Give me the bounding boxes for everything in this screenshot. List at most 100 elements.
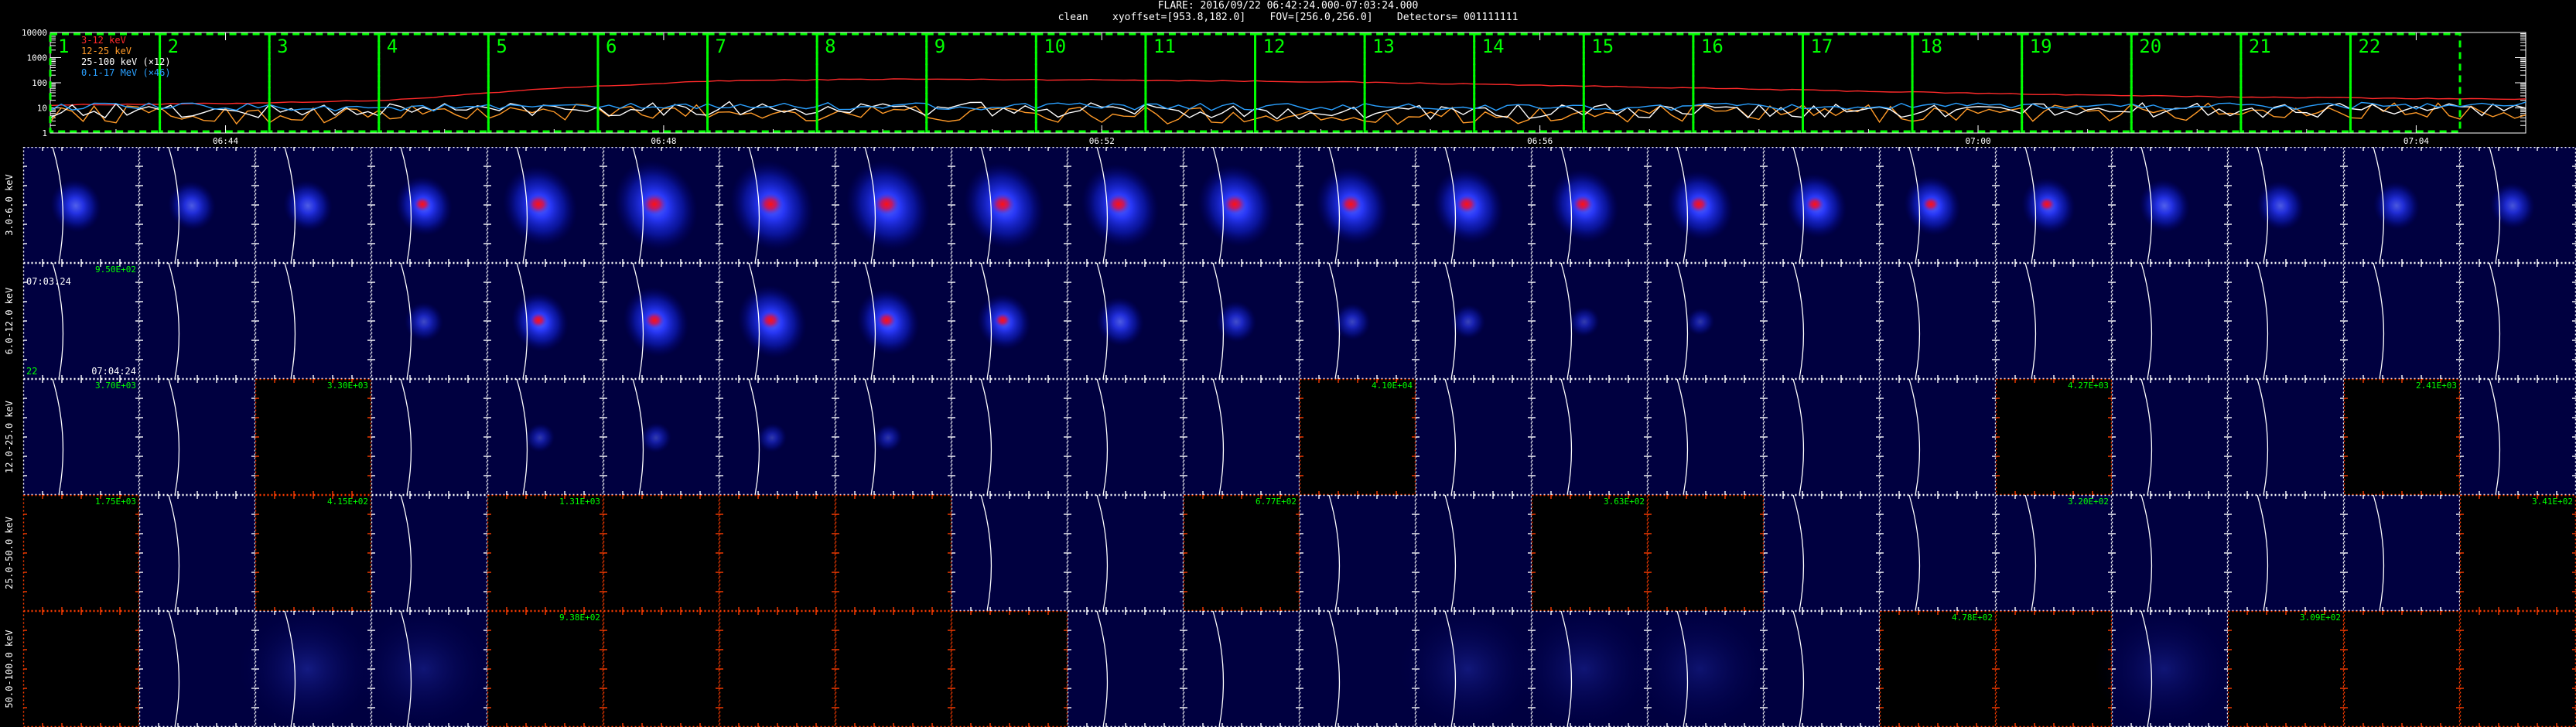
panel-background [139, 263, 255, 379]
interval-label: 4 [387, 36, 398, 57]
panel-background [951, 611, 1068, 727]
panel-background [1880, 263, 1996, 379]
source-core [1107, 194, 1130, 214]
panel-background [1880, 611, 1996, 727]
image-panel: 3.20E+02 [1995, 494, 2113, 612]
interval-label: 9 [934, 36, 945, 57]
image-panel: 3.30E+03 [255, 378, 372, 496]
energy-band-label: 3.0-6.0 keV [4, 174, 15, 235]
panel-background [1184, 495, 1300, 611]
panel-background [487, 611, 603, 727]
image-panel [1415, 262, 1532, 380]
panel-background [2344, 263, 2460, 379]
image-panel [138, 494, 256, 612]
image-panel [719, 262, 836, 380]
image-panel [2227, 147, 2345, 264]
peak-flux-label: 3.63E+02 [1604, 497, 1645, 507]
panel-background [487, 495, 603, 611]
image-panel [951, 378, 1068, 496]
panel-background [139, 495, 255, 611]
panel-background [23, 495, 139, 611]
panel-background [1648, 379, 1764, 495]
header: FLARE: 2016/09/22 06:42:24.000-07:03:24.… [0, 0, 2576, 25]
image-panel [1647, 378, 1765, 496]
image-panel [138, 147, 256, 264]
panel-background [951, 379, 1068, 495]
image-panel [22, 610, 140, 727]
interval-label: 3 [277, 36, 288, 57]
peak-flux-label: 3.70E+03 [95, 381, 136, 391]
panel-background [1532, 379, 1648, 495]
panel-background [371, 495, 487, 611]
image-panel [1647, 494, 1765, 612]
image-panel [2459, 262, 2576, 380]
peak-flux-label: 3.41E+02 [2532, 497, 2573, 507]
panel-background [2460, 495, 2576, 611]
image-panel [835, 378, 952, 496]
image-panel [603, 262, 720, 380]
source-core [1456, 195, 1478, 213]
image-panel [1995, 262, 2113, 380]
interval-label: 15 [1591, 36, 1614, 57]
y-tick-label: 10000 [22, 28, 47, 38]
image-panel [835, 147, 952, 264]
source-core [1572, 195, 1594, 213]
peak-flux-label: 9.50E+02 [95, 265, 136, 275]
image-panel [1531, 147, 1648, 264]
panel-background [2228, 611, 2344, 727]
image-panel: 4.78E+02 [1879, 610, 1997, 727]
panel-background [1996, 495, 2112, 611]
panel-background [2228, 379, 2344, 495]
source-haze [1630, 607, 1770, 727]
source-core [758, 193, 783, 215]
image-panel: 9.38E+02 [487, 610, 604, 727]
panel-background [2112, 495, 2228, 611]
panel-background [1184, 611, 1300, 727]
interval-label: 14 [1482, 36, 1505, 57]
image-panel: 1.31E+03 [487, 494, 604, 612]
source-core [644, 312, 664, 329]
panel-background [2228, 495, 2344, 611]
image-panel [835, 610, 952, 727]
interval-label: 1 [58, 36, 69, 57]
energy-band-label: 6.0-12.0 keV [4, 288, 15, 355]
source-core [1339, 195, 1362, 213]
image-panel [835, 494, 952, 612]
image-panel [354, 607, 494, 727]
image-panel [138, 262, 256, 380]
panel-background [951, 495, 1068, 611]
source-core [2038, 197, 2055, 211]
legend-entry: 12-25 keV [81, 46, 132, 56]
peak-flux-label: 2.41E+03 [2416, 381, 2457, 391]
source-core [1689, 196, 1709, 213]
peak-flux-label: 4.78E+02 [1952, 613, 1993, 623]
legend-entry: 0.1-17 MeV (×46) [81, 67, 171, 78]
image-panel [1763, 494, 1881, 612]
image-panel [1299, 147, 1416, 264]
panel-background [2344, 611, 2460, 727]
legend-entry: 25-100 keV (×12) [81, 56, 171, 67]
image-panel [1879, 494, 1997, 612]
header-title: FLARE: 2016/09/22 06:42:24.000-07:03:24.… [1157, 0, 1419, 12]
image-panel [1183, 610, 1300, 727]
peak-flux-label: 3.20E+02 [2068, 497, 2109, 507]
panel-background [1764, 495, 1880, 611]
image-panel: 6.77E+02 [1183, 494, 1300, 612]
image-panel [835, 262, 952, 380]
image-panel [1183, 147, 1300, 264]
source-core [876, 312, 897, 329]
image-panel [719, 147, 836, 264]
image-panel [1183, 262, 1300, 380]
source-core [874, 193, 899, 215]
interval-label: 21 [2249, 36, 2271, 57]
panel-background [1300, 495, 1416, 611]
peak-flux-label: 6.77E+02 [1256, 497, 1297, 507]
header-subtitle: clean xyoffset=[953.8,182.0] FOV=[256.0,… [1057, 12, 1519, 23]
image-panel [1415, 147, 1532, 264]
panel-background [1416, 379, 1532, 495]
energy-band-label: 12.0-25.0 keV [4, 401, 15, 473]
panel-background [1184, 379, 1300, 495]
image-panel: 2.41E+03 [2343, 378, 2461, 496]
peak-flux-label: 9.38E+02 [559, 613, 600, 623]
image-panel [1415, 378, 1532, 496]
